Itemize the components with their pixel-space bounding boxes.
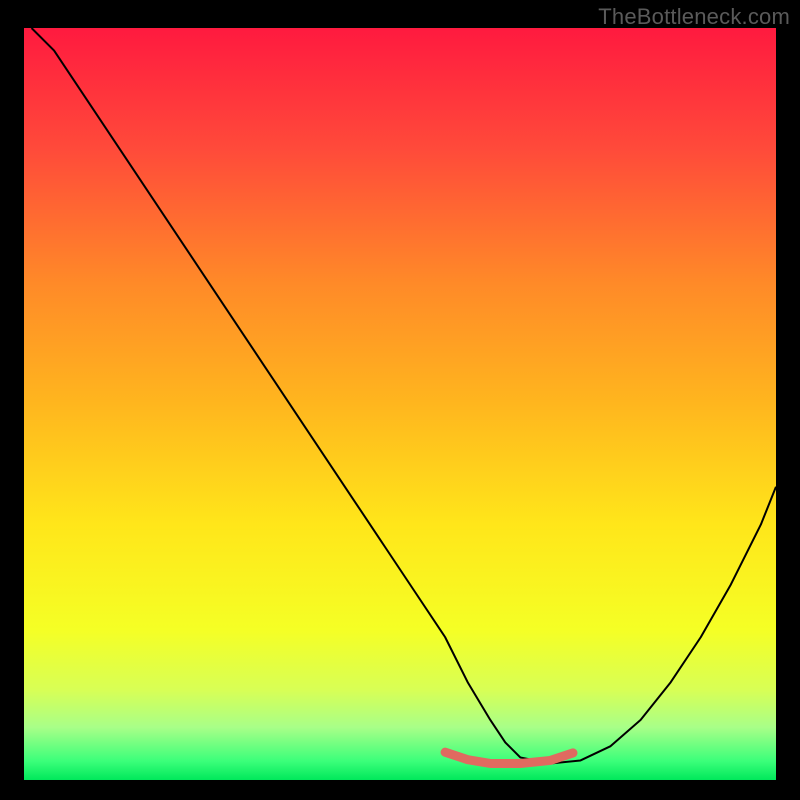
chart-frame: TheBottleneck.com	[0, 0, 800, 800]
chart-svg	[24, 28, 776, 780]
chart-background	[24, 28, 776, 780]
chart-plot-area	[24, 28, 776, 780]
watermark-text: TheBottleneck.com	[598, 4, 790, 30]
